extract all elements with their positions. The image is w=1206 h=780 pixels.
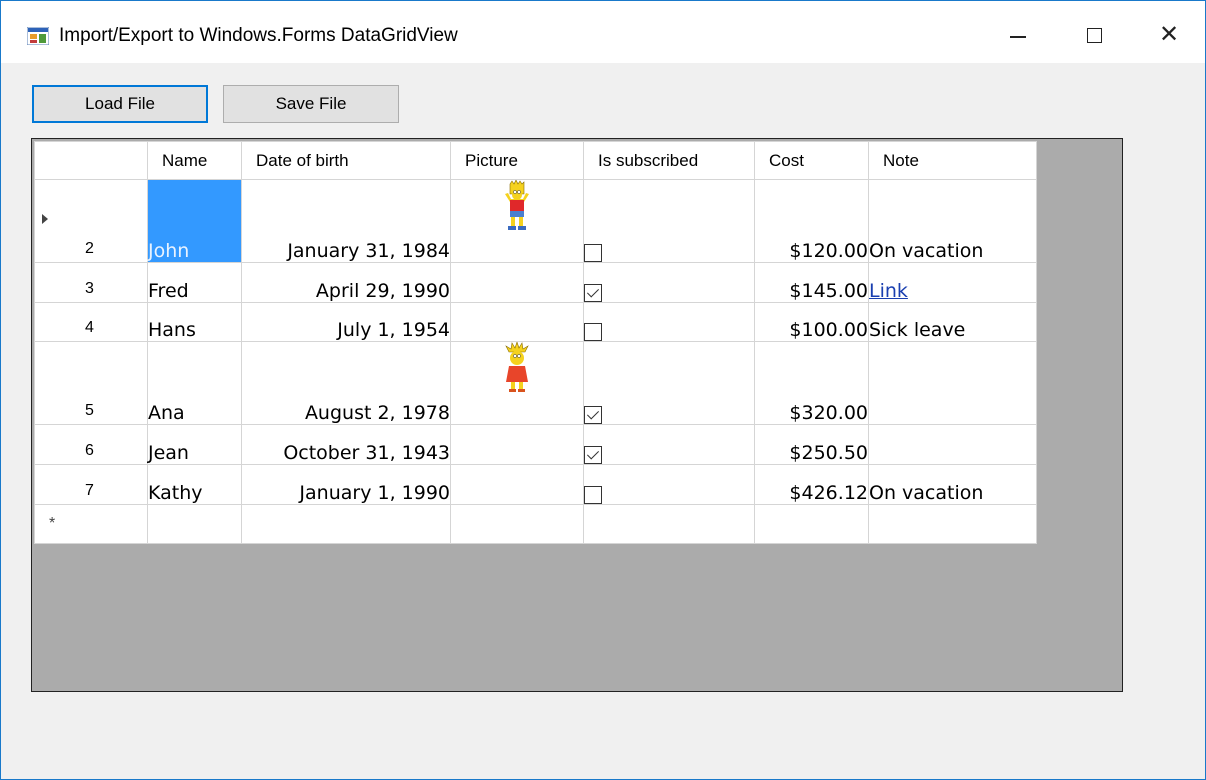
date-of-birth-cell[interactable]: January 1, 1990 — [241, 464, 451, 505]
subscribed-checkbox[interactable] — [584, 323, 602, 341]
current-row-arrow-icon — [42, 214, 48, 224]
cost-cell[interactable]: $426.12 — [754, 464, 869, 505]
save-file-button[interactable]: Save File — [223, 85, 399, 123]
table-row[interactable]: 7 Kathy January 1, 1990 $426.12 On vacat… — [34, 464, 1037, 505]
row-number: 3 — [85, 280, 94, 297]
window-title: Import/Export to Windows.Forms DataGridV… — [59, 25, 458, 46]
row-header-cell[interactable]: 6 — [34, 424, 148, 465]
note-link[interactable]: Link — [869, 280, 908, 302]
table-row[interactable]: 6 Jean October 31, 1943 $250.50 — [34, 424, 1037, 465]
cost-cell[interactable]: $145.00 — [754, 262, 869, 303]
minimize-icon — [1010, 36, 1026, 38]
bart-simpson-icon — [505, 179, 529, 230]
maximize-button[interactable] — [1064, 15, 1124, 55]
close-icon: ✕ — [1158, 21, 1180, 48]
cost-cell[interactable]: $320.00 — [754, 341, 869, 425]
row-header-cell[interactable]: 4 — [34, 302, 148, 342]
column-header-note[interactable]: Note — [868, 141, 1037, 180]
app-window: Import/Export to Windows.Forms DataGridV… — [0, 0, 1206, 780]
date-of-birth-cell[interactable]: August 2, 1978 — [241, 341, 451, 425]
column-header-name[interactable]: Name — [147, 141, 242, 180]
row-header-cell[interactable]: 7 — [34, 464, 148, 505]
load-file-button[interactable]: Load File — [32, 85, 208, 123]
column-header-is-subscribed[interactable]: Is subscribed — [583, 141, 755, 180]
column-header-picture[interactable]: Picture — [450, 141, 584, 180]
picture-cell[interactable] — [450, 302, 584, 342]
date-of-birth-cell[interactable] — [241, 504, 451, 544]
is-subscribed-cell[interactable] — [583, 464, 755, 505]
date-of-birth-cell[interactable]: January 31, 1984 — [241, 179, 451, 263]
note-cell[interactable] — [868, 424, 1037, 465]
form-app-icon — [27, 27, 49, 45]
note-cell[interactable]: Link — [868, 262, 1037, 303]
date-of-birth-cell[interactable]: October 31, 1943 — [241, 424, 451, 465]
row-number: 7 — [85, 482, 94, 499]
name-cell[interactable]: Kathy — [147, 464, 242, 505]
name-cell[interactable]: Fred — [147, 262, 242, 303]
cost-cell[interactable]: $250.50 — [754, 424, 869, 465]
is-subscribed-cell[interactable] — [583, 341, 755, 425]
subscribed-checkbox[interactable] — [584, 486, 602, 504]
cost-cell[interactable] — [754, 504, 869, 544]
picture-cell[interactable] — [450, 262, 584, 303]
is-subscribed-cell[interactable] — [583, 179, 755, 263]
row-header-cell[interactable]: 2 — [34, 179, 148, 263]
data-grid-view[interactable]: Name Date of birth Picture Is subscribed… — [31, 138, 1123, 692]
name-cell[interactable] — [147, 504, 242, 544]
row-number: 4 — [85, 319, 94, 336]
picture-cell[interactable] — [450, 179, 584, 263]
row-number: 6 — [85, 442, 94, 459]
is-subscribed-cell[interactable] — [583, 504, 755, 544]
name-cell[interactable]: Hans — [147, 302, 242, 342]
row-header-cell[interactable]: 5 — [34, 341, 148, 425]
name-cell[interactable]: Ana — [147, 341, 242, 425]
minimize-button[interactable] — [988, 15, 1048, 55]
picture-cell[interactable] — [450, 341, 584, 425]
picture-cell[interactable] — [450, 464, 584, 505]
note-cell[interactable]: Sick leave — [868, 302, 1037, 342]
cost-cell[interactable]: $100.00 — [754, 302, 869, 342]
date-of-birth-cell[interactable]: April 29, 1990 — [241, 262, 451, 303]
note-cell[interactable]: On vacation — [868, 464, 1037, 505]
name-cell[interactable]: John — [147, 179, 242, 263]
note-cell[interactable] — [868, 504, 1037, 544]
top-left-header-cell[interactable] — [34, 141, 148, 180]
is-subscribed-cell[interactable] — [583, 302, 755, 342]
subscribed-checkbox[interactable] — [584, 284, 602, 302]
row-number: 5 — [85, 402, 94, 419]
column-header-date-of-birth[interactable]: Date of birth — [241, 141, 451, 180]
picture-cell[interactable] — [450, 424, 584, 465]
note-cell[interactable] — [868, 341, 1037, 425]
row-header-cell[interactable]: 3 — [34, 262, 148, 303]
new-row[interactable]: * — [34, 504, 1037, 544]
column-header-row: Name Date of birth Picture Is subscribed… — [34, 141, 1037, 180]
subscribed-checkbox[interactable] — [584, 446, 602, 464]
subscribed-checkbox[interactable] — [584, 244, 602, 262]
close-button[interactable]: ✕ — [1139, 15, 1199, 55]
data-grid-table: Name Date of birth Picture Is subscribed… — [34, 141, 1037, 544]
new-row-marker: * — [49, 515, 56, 532]
picture-cell[interactable] — [450, 504, 584, 544]
row-number: 2 — [85, 240, 94, 257]
table-row[interactable]: 2 John January 31, 1984 $120.00 On vacat… — [34, 179, 1037, 263]
table-row[interactable]: 4 Hans July 1, 1954 $100.00 Sick leave — [34, 302, 1037, 342]
note-cell[interactable]: On vacation — [868, 179, 1037, 263]
is-subscribed-cell[interactable] — [583, 262, 755, 303]
table-row[interactable]: 3 Fred April 29, 1990 $145.00 Link — [34, 262, 1037, 303]
subscribed-checkbox[interactable] — [584, 406, 602, 424]
date-of-birth-cell[interactable]: July 1, 1954 — [241, 302, 451, 342]
cost-cell[interactable]: $120.00 — [754, 179, 869, 263]
maximize-icon — [1086, 27, 1102, 43]
title-bar[interactable]: Import/Export to Windows.Forms DataGridV… — [1, 1, 1205, 63]
table-row[interactable]: 5 Ana August 2, 1978 $320.00 — [34, 341, 1037, 425]
name-cell[interactable]: Jean — [147, 424, 242, 465]
is-subscribed-cell[interactable] — [583, 424, 755, 465]
column-header-cost[interactable]: Cost — [754, 141, 869, 180]
lisa-simpson-icon — [505, 341, 529, 392]
row-header-cell[interactable]: * — [34, 504, 148, 544]
